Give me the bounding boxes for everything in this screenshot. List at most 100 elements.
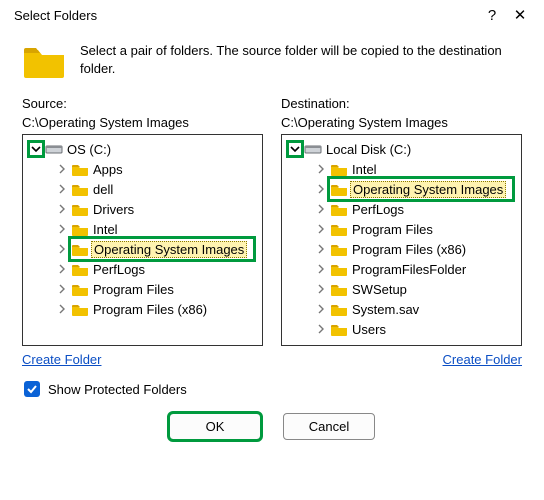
- tree-item[interactable]: Program Files (x86): [27, 299, 258, 319]
- folder-icon: [330, 322, 348, 336]
- help-icon[interactable]: ?: [478, 7, 506, 24]
- tree-item-label: Operating System Images: [350, 181, 506, 198]
- tree-item[interactable]: ProgramFilesFolder: [286, 259, 517, 279]
- chevron-down-icon[interactable]: [29, 142, 43, 156]
- close-icon[interactable]: ✕: [506, 6, 534, 24]
- tree-item[interactable]: Apps: [27, 159, 258, 179]
- chevron-right-icon[interactable]: [55, 242, 69, 256]
- cancel-button[interactable]: Cancel: [283, 413, 375, 440]
- tree-item-label: Users: [352, 322, 386, 337]
- tree-item[interactable]: PerfLogs: [286, 199, 517, 219]
- chevron-right-icon[interactable]: [314, 302, 328, 316]
- tree-item[interactable]: Intel: [27, 219, 258, 239]
- chevron-right-icon[interactable]: [55, 302, 69, 316]
- folder-icon: [330, 262, 348, 276]
- chevron-right-icon[interactable]: [55, 182, 69, 196]
- chevron-right-icon[interactable]: [55, 282, 69, 296]
- tree-item[interactable]: Operating System Images: [286, 179, 517, 199]
- chevron-right-icon[interactable]: [314, 322, 328, 336]
- tree-root-label: OS (C:): [67, 142, 111, 157]
- chevron-right-icon[interactable]: [314, 242, 328, 256]
- chevron-right-icon[interactable]: [55, 162, 69, 176]
- tree-item-label: Program Files: [93, 282, 174, 297]
- folder-icon: [71, 162, 89, 176]
- destination-pane: Destination: C:\Operating System Images …: [281, 96, 522, 367]
- folder-icon: [330, 282, 348, 296]
- source-pane: Source: C:\Operating System Images OS (C…: [22, 96, 263, 367]
- tree-root[interactable]: Local Disk (C:): [286, 139, 517, 159]
- tree-item[interactable]: Users: [286, 319, 517, 339]
- chevron-right-icon[interactable]: [55, 262, 69, 276]
- chevron-right-icon[interactable]: [55, 222, 69, 236]
- tree-item-label: Operating System Images: [91, 241, 247, 258]
- tree-item-label: PerfLogs: [93, 262, 145, 277]
- intro-row: Select a pair of folders. The source fol…: [22, 42, 522, 78]
- tree-item-label: Intel: [352, 162, 377, 177]
- tree-item[interactable]: Operating System Images: [27, 239, 258, 259]
- tree-item-label: SWSetup: [352, 282, 407, 297]
- folder-icon: [330, 182, 348, 196]
- tree-item[interactable]: System.sav: [286, 299, 517, 319]
- chevron-right-icon[interactable]: [314, 182, 328, 196]
- chevron-right-icon[interactable]: [55, 202, 69, 216]
- source-path: C:\Operating System Images: [22, 115, 263, 130]
- chevron-right-icon[interactable]: [314, 282, 328, 296]
- show-protected-checkbox[interactable]: [24, 381, 40, 397]
- select-folders-dialog: Select Folders ? ✕ Select a pair of fold…: [0, 0, 544, 456]
- drive-icon: [45, 142, 63, 156]
- folder-icon: [71, 222, 89, 236]
- chevron-right-icon[interactable]: [314, 202, 328, 216]
- tree-item-label: Program Files: [352, 222, 433, 237]
- selected-item-highlight: Operating System Images: [330, 179, 512, 199]
- folder-icon: [330, 162, 348, 176]
- selected-item-highlight: Operating System Images: [71, 239, 253, 259]
- destination-path: C:\Operating System Images: [281, 115, 522, 130]
- tree-item-label: Program Files (x86): [93, 302, 207, 317]
- tree-item[interactable]: Intel: [286, 159, 517, 179]
- intro-text: Select a pair of folders. The source fol…: [80, 42, 522, 77]
- create-folder-link-source[interactable]: Create Folder: [22, 352, 101, 367]
- tree-item-label: Program Files (x86): [352, 242, 466, 257]
- tree-item-label: Apps: [93, 162, 123, 177]
- folder-icon: [71, 262, 89, 276]
- destination-tree[interactable]: Local Disk (C:) Intel Operating System Im…: [281, 134, 522, 346]
- chevron-right-icon[interactable]: [314, 222, 328, 236]
- folder-icon: [330, 202, 348, 216]
- folder-icon: [71, 282, 89, 296]
- dialog-title: Select Folders: [14, 8, 478, 23]
- titlebar: Select Folders ? ✕: [0, 0, 544, 30]
- tree-item[interactable]: Program Files (x86): [286, 239, 517, 259]
- folder-icon: [71, 182, 89, 196]
- folder-icon: [330, 242, 348, 256]
- source-tree[interactable]: OS (C:) Apps dell Drivers Intel Operating Sy…: [22, 134, 263, 346]
- folder-icon: [71, 242, 89, 256]
- tree-item-label: PerfLogs: [352, 202, 404, 217]
- tree-item[interactable]: Program Files: [286, 219, 517, 239]
- tree-item[interactable]: Program Files: [27, 279, 258, 299]
- tree-item-label: System.sav: [352, 302, 419, 317]
- create-folder-link-destination[interactable]: Create Folder: [443, 352, 522, 367]
- chevron-right-icon[interactable]: [314, 262, 328, 276]
- tree-item-label: Intel: [93, 222, 118, 237]
- tree-item[interactable]: SWSetup: [286, 279, 517, 299]
- tree-item[interactable]: dell: [27, 179, 258, 199]
- folder-icon: [71, 302, 89, 316]
- folder-icon: [71, 202, 89, 216]
- folder-icon: [330, 302, 348, 316]
- show-protected-row[interactable]: Show Protected Folders: [24, 381, 522, 397]
- tree-item[interactable]: PerfLogs: [27, 259, 258, 279]
- tree-item[interactable]: Drivers: [27, 199, 258, 219]
- folder-large-icon: [22, 42, 66, 78]
- dialog-buttons: OK Cancel: [22, 413, 522, 440]
- chevron-down-icon[interactable]: [288, 142, 302, 156]
- tree-root-label: Local Disk (C:): [326, 142, 411, 157]
- tree-item-label: dell: [93, 182, 113, 197]
- tree-root[interactable]: OS (C:): [27, 139, 258, 159]
- tree-item-label: Drivers: [93, 202, 134, 217]
- tree-item-label: ProgramFilesFolder: [352, 262, 466, 277]
- drive-icon: [304, 142, 322, 156]
- ok-button[interactable]: OK: [169, 413, 261, 440]
- source-label: Source:: [22, 96, 263, 111]
- folder-icon: [330, 222, 348, 236]
- chevron-right-icon[interactable]: [314, 162, 328, 176]
